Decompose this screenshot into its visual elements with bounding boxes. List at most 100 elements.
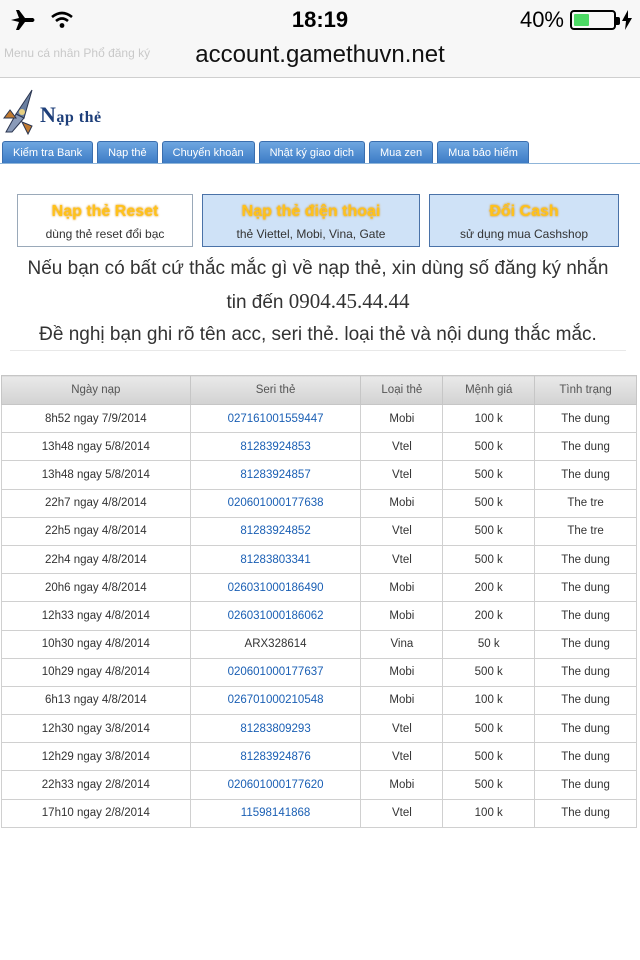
cell-seri[interactable]: 020601000177620: [189, 770, 362, 800]
cell-value: 200 k: [442, 601, 536, 631]
option-doi-cash[interactable]: Đổi Cash sử dụng mua Cashshop: [429, 194, 619, 247]
cell-value: 500 k: [442, 770, 536, 800]
nav-tabs: Kiểm tra Bank Nạp thẻ Chuyển khoản Nhật …: [0, 141, 640, 164]
table-row: 6h13 ngay 4/8/2014 026701000210548 Mobi 100…: [1, 685, 637, 716]
table-header-row: Ngày nạp Seri thẻ Loại thẻ Mệnh giá Tình…: [1, 375, 637, 405]
cell-seri[interactable]: 81283924857: [189, 460, 362, 490]
cell-status: The dung: [534, 432, 637, 462]
cell-value: 500 k: [442, 516, 536, 546]
cell-date: 12h30 ngay 3/8/2014: [1, 714, 191, 744]
table-row: 17h10 ngay 2/8/2014 11598141868 Vtel 100 kT…: [1, 798, 637, 828]
table-row: 12h33 ngay 4/8/2014 026031000186062 Mobi 20…: [1, 601, 637, 631]
cell-status: The dung: [534, 798, 637, 828]
cell-type: Vtel: [360, 798, 444, 828]
cell-seri[interactable]: 027161001559447: [189, 403, 362, 434]
cell-seri[interactable]: 11598141868: [189, 798, 362, 828]
cell-type: Mobi: [360, 657, 444, 687]
cell-status: The dung: [534, 601, 637, 631]
cell-seri[interactable]: 020601000177637: [189, 657, 362, 687]
cell-status: The tre: [534, 516, 637, 546]
cell-seri[interactable]: 026031000186490: [189, 573, 362, 603]
cell-value: 500 k: [442, 432, 536, 462]
cell-type: Vtel: [360, 432, 444, 462]
cell-status: The dung: [534, 770, 637, 800]
page-title: Nạp thẻ: [40, 102, 102, 127]
support-info-line3: Đề nghị bạn ghi rõ tên acc, seri thẻ. lo…: [39, 324, 597, 345]
cell-seri[interactable]: 81283803341: [189, 544, 362, 575]
cell-date: 8h52 ngay 7/9/2014: [1, 403, 191, 434]
cell-value: 500 k: [442, 460, 536, 490]
cell-date: 12h33 ngay 4/8/2014: [1, 601, 191, 631]
cell-seri[interactable]: 81283924853: [189, 432, 362, 462]
cell-seri[interactable]: 81283924852: [189, 516, 362, 546]
cell-type: Mobi: [360, 573, 444, 603]
cell-seri[interactable]: 026031000186062: [189, 601, 362, 631]
cell-status: The dung: [534, 403, 637, 434]
cell-type: Mobi: [360, 488, 444, 518]
table-row: 22h5 ngay 4/8/2014 81283924852 Vtel 500 k Th…: [1, 516, 637, 546]
cell-type: Mobi: [360, 601, 444, 631]
cell-value: 100 k: [442, 798, 536, 828]
option-nap-the-reset[interactable]: Nạp thẻ Reset dùng thẻ reset đổi bạc: [17, 194, 193, 247]
cell-value: 500 k: [442, 714, 536, 744]
tab-mua-bao-hiem[interactable]: Mua bảo hiểm: [437, 141, 529, 163]
cell-status: The dung: [534, 544, 637, 575]
header-loai-the: Loại thẻ: [360, 375, 444, 405]
option-title: Nạp thẻ Reset: [51, 203, 159, 220]
cell-date: 10h29 ngay 4/8/2014: [1, 657, 191, 687]
option-subtitle: sử dụng mua Cashshop: [459, 227, 589, 241]
cell-date: 10h30 ngay 4/8/2014: [1, 629, 191, 659]
cell-seri[interactable]: 81283809293: [189, 714, 362, 744]
cell-value: 100 k: [442, 403, 536, 434]
table-row: 10h30 ngay 4/8/2014 ARX328614 Vina 50 k The …: [1, 629, 637, 659]
option-subtitle: thẻ Viettel, Mobi, Vina, Gate: [236, 227, 386, 241]
site-header: Nạp thẻ: [0, 86, 640, 140]
option-title: Nạp thẻ điện thoại: [241, 203, 381, 220]
cell-type: Mobi: [360, 403, 444, 434]
cell-date: 22h33 ngay 2/8/2014: [1, 770, 191, 800]
support-info-line2: tin đến 0904.45.44.44: [226, 289, 410, 313]
header-menh-gia: Mệnh giá: [442, 375, 536, 405]
table-row: 12h30 ngay 3/8/2014 81283809293 Vtel 500 kT…: [1, 714, 637, 744]
battery-fill: [574, 14, 590, 26]
cell-value: 500 k: [442, 488, 536, 518]
cell-value: 50 k: [442, 629, 536, 659]
cell-date: 22h7 ngay 4/8/2014: [1, 488, 191, 518]
cell-seri[interactable]: 81283924876: [189, 742, 362, 772]
tab-chuyen-khoan[interactable]: Chuyển khoản: [161, 141, 255, 163]
tab-kiem-tra-bank[interactable]: Kiểm tra Bank: [2, 141, 94, 163]
cell-type: Mobi: [360, 685, 444, 716]
cell-date: 12h29 ngay 3/8/2014: [1, 742, 191, 772]
tab-nap-the[interactable]: Nạp thẻ: [97, 141, 158, 163]
cell-status: The dung: [534, 742, 637, 772]
header-seri-the: Seri thẻ: [189, 375, 362, 405]
tab-mua-zen[interactable]: Mua zen: [368, 141, 434, 163]
cell-value: 500 k: [442, 544, 536, 575]
table-row: 10h29 ngay 4/8/2014 020601000177637 Mobi 50…: [1, 657, 637, 687]
table-row: 20h6 ngay 4/8/2014 026031000186490 Mobi 200…: [1, 573, 637, 603]
table-row: 12h29 ngay 3/8/2014 81283924876 Vtel 500 kT…: [1, 742, 637, 772]
cell-type: Mobi: [360, 770, 444, 800]
header-ngay-nap: Ngày nạp: [1, 375, 191, 405]
cell-value: 100 k: [442, 685, 536, 716]
cell-seri[interactable]: 020601000177638: [189, 488, 362, 518]
option-nap-the-dien-thoai[interactable]: Nạp thẻ điện thoại thẻ Viettel, Mobi, Vi…: [202, 194, 420, 247]
support-phone: 0904.45.44.44: [288, 289, 410, 313]
cell-seri: ARX328614: [189, 629, 362, 659]
browser-url-bar[interactable]: Menu cá nhân Phổ đăng ký account.gamethu…: [0, 34, 640, 78]
cell-date: 13h48 ngay 5/8/2014: [1, 432, 191, 462]
table-row: 22h4 ngay 4/8/2014 81283803341 Vtel 500 k Th…: [1, 544, 637, 575]
url-text[interactable]: account.gamethuvn.net: [0, 41, 640, 69]
table-body: 8h52 ngay 7/9/2014 027161001559447 Mobi 100…: [1, 403, 637, 828]
support-info-line1: Nếu bạn có bất cứ thắc mắc gì về nạp thẻ…: [27, 258, 609, 279]
cell-type: Vina: [360, 629, 444, 659]
cell-value: 500 k: [442, 657, 536, 687]
cell-status: The dung: [534, 714, 637, 744]
tab-nhat-ky-giao-dich[interactable]: Nhật ký giao dịch: [258, 141, 365, 163]
cell-seri[interactable]: 026701000210548: [189, 685, 362, 716]
support-info: Nếu bạn có bất cứ thắc mắc gì về nạp thẻ…: [10, 253, 626, 351]
cell-status: The dung: [534, 460, 637, 490]
header-tinh-trang: Tình trạng: [534, 375, 637, 405]
cell-status: The dung: [534, 657, 637, 687]
cell-date: 22h5 ngay 4/8/2014: [1, 516, 191, 546]
